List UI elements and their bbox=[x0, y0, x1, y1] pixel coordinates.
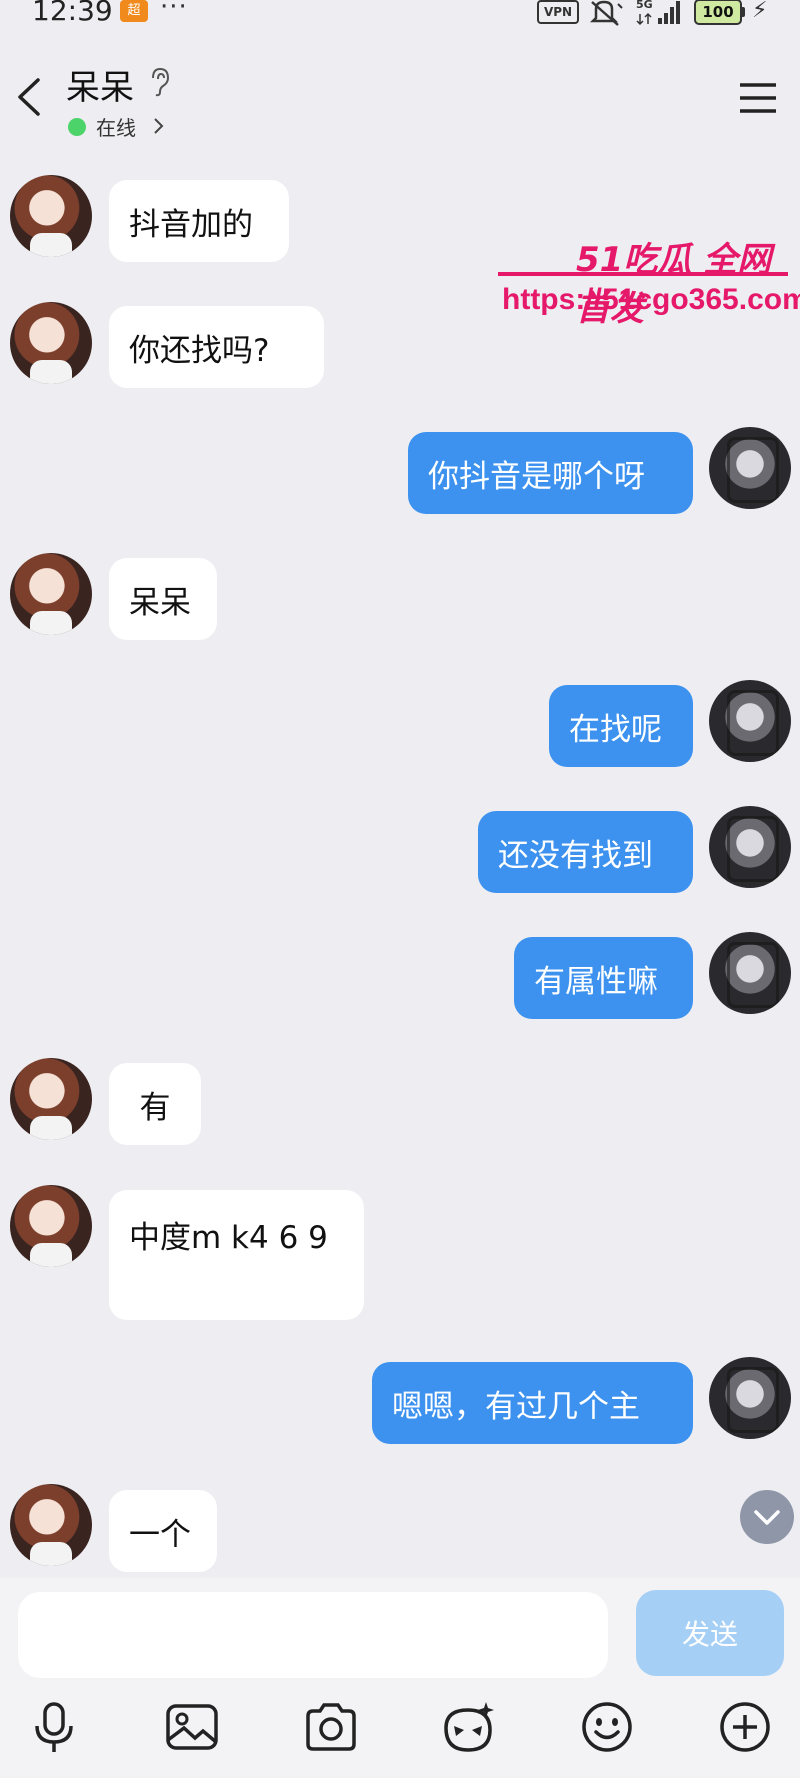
status-bar: 12:39 超 ··· VPN 5G 100 ⚡ bbox=[0, 0, 800, 36]
message-bubble-incoming: 呆呆 bbox=[109, 558, 217, 640]
contact-name[interactable]: 呆呆 bbox=[66, 60, 134, 109]
message-bubble-outgoing: 还没有找到 bbox=[478, 811, 693, 893]
camera-icon[interactable] bbox=[302, 1698, 360, 1756]
online-status-dot bbox=[68, 118, 86, 136]
more-notifications-icon: ··· bbox=[160, 0, 188, 22]
message-bubble-incoming: 中度m k4 6 9 bbox=[109, 1190, 364, 1320]
contact-avatar[interactable] bbox=[10, 553, 92, 635]
battery-tip bbox=[741, 7, 745, 17]
my-avatar[interactable] bbox=[709, 680, 791, 762]
mute-icon bbox=[589, 0, 623, 26]
vpn-icon: VPN bbox=[537, 0, 579, 24]
emoji-icon[interactable] bbox=[578, 1698, 636, 1756]
contact-avatar[interactable] bbox=[10, 175, 92, 257]
contact-avatar[interactable] bbox=[10, 1058, 92, 1140]
back-icon[interactable] bbox=[12, 72, 52, 122]
menu-icon[interactable] bbox=[738, 80, 778, 116]
contact-avatar[interactable] bbox=[10, 1185, 92, 1267]
sticker-icon[interactable] bbox=[440, 1698, 498, 1756]
message-bubble-outgoing: 有属性嘛 bbox=[514, 937, 693, 1019]
my-avatar[interactable] bbox=[709, 427, 791, 509]
microphone-icon[interactable] bbox=[25, 1698, 83, 1756]
chevron-right-icon[interactable] bbox=[152, 114, 166, 138]
my-avatar[interactable] bbox=[709, 932, 791, 1014]
message-bubble-outgoing: 嗯嗯，有过几个主 bbox=[372, 1362, 693, 1444]
send-button[interactable]: 发送 bbox=[636, 1590, 784, 1676]
message-bubble-outgoing: 你抖音是哪个呀 bbox=[408, 432, 693, 514]
network-type-label: 5G bbox=[636, 0, 653, 11]
my-avatar[interactable] bbox=[709, 806, 791, 888]
chat-header: 呆呆 在线 bbox=[0, 50, 800, 150]
ear-icon bbox=[152, 67, 170, 97]
battery-icon: 100 bbox=[694, 0, 742, 25]
message-bubble-outgoing: 在找呢 bbox=[549, 685, 693, 767]
plus-icon[interactable] bbox=[716, 1698, 774, 1756]
contact-avatar[interactable] bbox=[10, 302, 92, 384]
message-input[interactable] bbox=[18, 1592, 608, 1678]
message-bubble-incoming: 一个 bbox=[109, 1490, 217, 1572]
my-avatar[interactable] bbox=[709, 1357, 791, 1439]
watermark-line bbox=[498, 272, 788, 276]
online-status[interactable]: 在线 bbox=[96, 112, 136, 141]
contact-avatar[interactable] bbox=[10, 1484, 92, 1566]
watermark-url: https://51cgo365.com bbox=[502, 283, 800, 316]
message-bubble-incoming: 抖音加的 bbox=[109, 180, 289, 262]
status-time: 12:39 bbox=[32, 0, 113, 27]
composer-bar: 发送 bbox=[0, 1578, 800, 1778]
message-bubble-incoming: 你还找吗? bbox=[109, 306, 324, 388]
scroll-down-icon[interactable] bbox=[740, 1490, 794, 1544]
app-notification-icon: 超 bbox=[120, 0, 148, 22]
message-bubble-incoming: 有 bbox=[109, 1063, 201, 1145]
image-icon[interactable] bbox=[163, 1698, 221, 1756]
signal-icon: 5G bbox=[636, 0, 680, 26]
charging-icon: ⚡ bbox=[752, 0, 768, 23]
